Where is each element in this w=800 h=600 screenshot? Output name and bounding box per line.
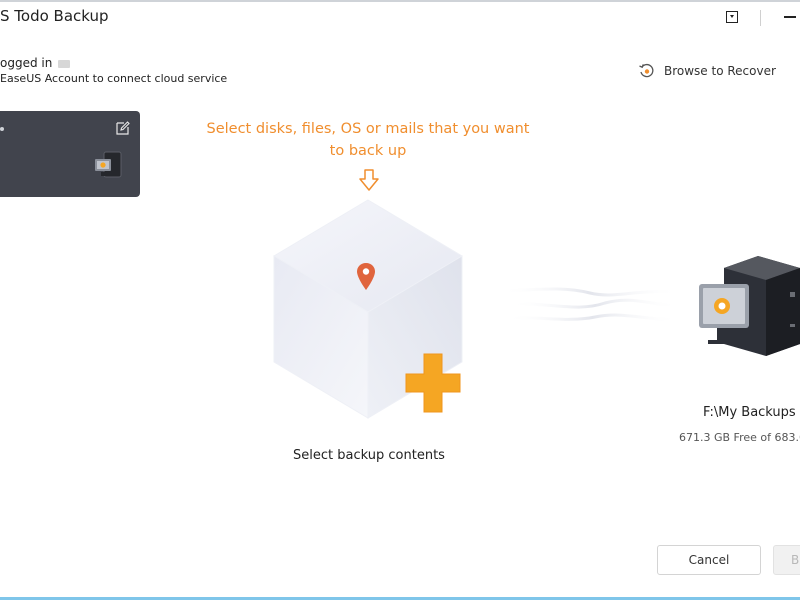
login-status: ogged in xyxy=(0,56,71,70)
backup-task-card[interactable] xyxy=(0,111,140,197)
destination-computer-icon[interactable] xyxy=(696,256,800,356)
login-hint[interactable]: EaseUS Account to connect cloud service xyxy=(0,72,227,85)
browse-to-recover-button[interactable]: Browse to Recover xyxy=(638,62,776,80)
window-top-border xyxy=(0,0,800,2)
menu-dropdown-button[interactable] xyxy=(720,6,744,28)
destination-name: F:\My Backups xyxy=(703,405,796,420)
backup-now-button[interactable]: B xyxy=(773,545,800,575)
title-separator xyxy=(760,10,761,26)
app-title: S Todo Backup xyxy=(0,7,109,25)
login-status-text: ogged in xyxy=(0,56,53,70)
computer-icon xyxy=(95,151,122,178)
select-backup-contents-label[interactable]: Select backup contents xyxy=(269,448,469,463)
minimize-icon xyxy=(784,16,796,18)
minimize-button[interactable] xyxy=(778,6,800,28)
cancel-button[interactable]: Cancel xyxy=(657,545,761,575)
backup-window: S Todo Backup ogged in EaseUS Account to… xyxy=(0,0,800,600)
task-card-dot xyxy=(0,127,4,131)
arrow-down-icon xyxy=(359,169,379,191)
browse-label: Browse to Recover xyxy=(664,64,776,78)
plus-icon[interactable] xyxy=(404,352,462,414)
edit-icon[interactable] xyxy=(116,121,130,135)
backup-instruction: Select disks, files, OS or mails that yo… xyxy=(206,121,530,159)
dropdown-icon xyxy=(726,11,738,23)
card-icon xyxy=(58,59,71,68)
location-pin-icon xyxy=(357,263,375,290)
destination-free-space: 671.3 GB Free of 683.6 xyxy=(679,431,800,444)
transfer-streaks xyxy=(499,287,681,321)
recover-icon xyxy=(639,63,654,78)
